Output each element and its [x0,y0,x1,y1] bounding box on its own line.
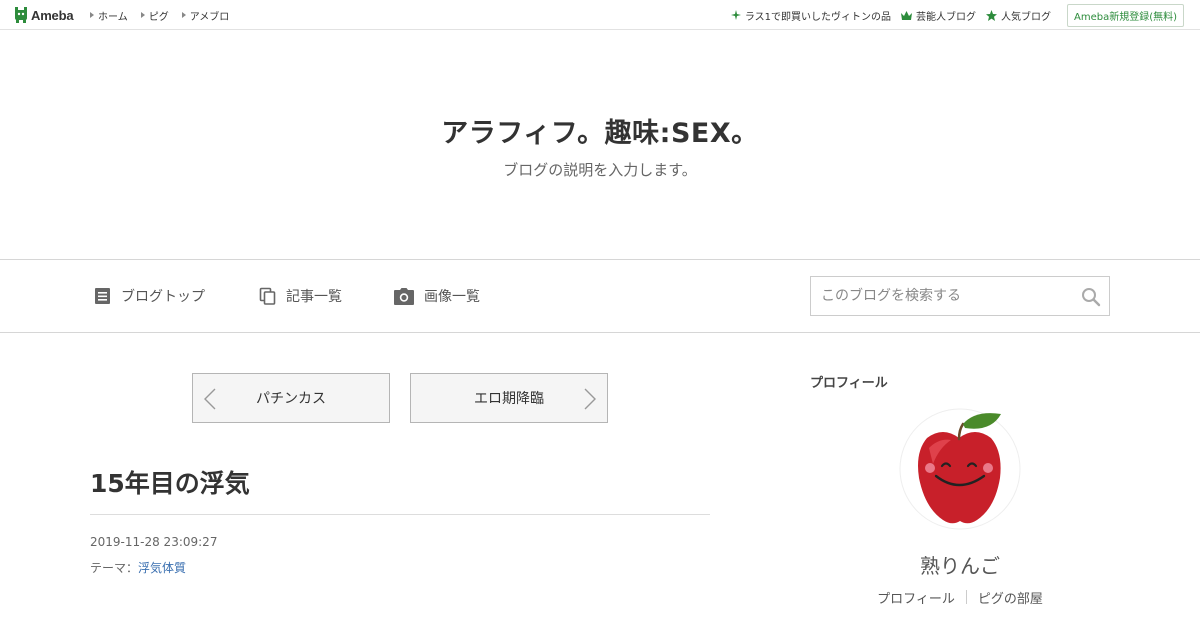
sparkle-icon [730,10,741,20]
chevron-left-icon [204,388,216,410]
triangle-icon [140,12,145,18]
article-theme: テーマ：浮気体質 [90,559,186,576]
prev-entry-label: パチンカス [256,391,326,407]
promo-link-label: 人気ブログ [1000,11,1051,23]
global-nav: ホーム ピグ アメブロ [90,0,242,30]
gnav-item-pigg[interactable]: ピグ [140,8,169,23]
ameba-mascot-icon [15,7,27,23]
blog-nav-entries[interactable]: 記事一覧 [259,260,342,332]
blog-nav-label: 記事一覧 [286,289,342,305]
blog-description: ブログの説明を入力します。 [503,161,697,179]
gnav-item-label: アメブロ [189,11,230,23]
promo-link-celebrity[interactable]: 芸能人ブログ [900,8,976,23]
divider [90,514,710,515]
article-date: 2019-11-28 23:09:27 [90,535,218,549]
profile-links: プロフィール ピグの部屋 [810,588,1110,607]
prev-entry-button[interactable]: パチンカス [192,373,390,423]
blog-nav-top[interactable]: ブログトップ [94,260,205,332]
next-entry-label: エロ期降臨 [474,391,544,407]
gnav-item-home[interactable]: ホーム [90,8,128,23]
crown-icon [900,10,912,20]
avatar[interactable] [899,408,1021,530]
copy-icon [259,287,276,305]
promo-link-popular[interactable]: 人気ブログ [985,8,1051,23]
pigg-room-link[interactable]: ピグの部屋 [978,588,1043,607]
next-entry-button[interactable]: エロ期降臨 [410,373,608,423]
search-input[interactable] [811,277,1071,315]
document-icon [95,288,110,304]
profile-heading: プロフィール [810,376,888,391]
gnav-item-label: ピグ [148,11,169,23]
triangle-icon [181,12,186,18]
register-button[interactable]: Ameba新規登録(無料) [1066,3,1184,27]
divider [965,590,967,604]
article-title[interactable]: 15年目の浮気 [90,464,250,500]
promo-link-label: ラス1で即買いしたヴィトンの品 [744,11,891,23]
chevron-right-icon [584,388,596,410]
logo-text: Ameba [31,7,74,23]
blog-nav-label: 画像一覧 [424,289,480,305]
promo-link-vuitton[interactable]: ラス1で即買いしたヴィトンの品 [730,8,891,23]
global-header: Ameba ホーム ピグ アメブロ ラス1で即買いしたヴィトンの品 芸能人ブログ [0,0,1200,30]
promo-nav: ラス1で即買いしたヴィトンの品 芸能人ブログ 人気ブログ Ameba新規登録(無… [730,0,1184,30]
profile-link[interactable]: プロフィール [877,588,955,607]
gnav-item-ameblo[interactable]: アメブロ [181,8,230,23]
promo-link-label: 芸能人ブログ [915,11,976,23]
blog-search [810,276,1110,316]
blog-nav-label: ブログトップ [121,289,205,305]
blog-header: アラフィフ。趣味:SEX。 ブログの説明を入力します。 [0,31,1200,259]
camera-icon [394,287,414,305]
blog-title[interactable]: アラフィフ。趣味:SEX。 [0,111,1200,150]
theme-link[interactable]: 浮気体質 [138,561,186,575]
search-icon[interactable] [1081,287,1101,307]
theme-prefix: テーマ： [90,561,139,575]
blog-nav-images[interactable]: 画像一覧 [394,260,480,332]
blog-nav: ブログトップ 記事一覧 画像一覧 [0,259,1200,333]
star-icon [985,9,997,21]
ameba-logo[interactable]: Ameba [14,6,74,24]
profile-name[interactable]: 熟りんご [810,550,1110,579]
gnav-item-label: ホーム [98,11,128,23]
triangle-icon [90,12,94,18]
